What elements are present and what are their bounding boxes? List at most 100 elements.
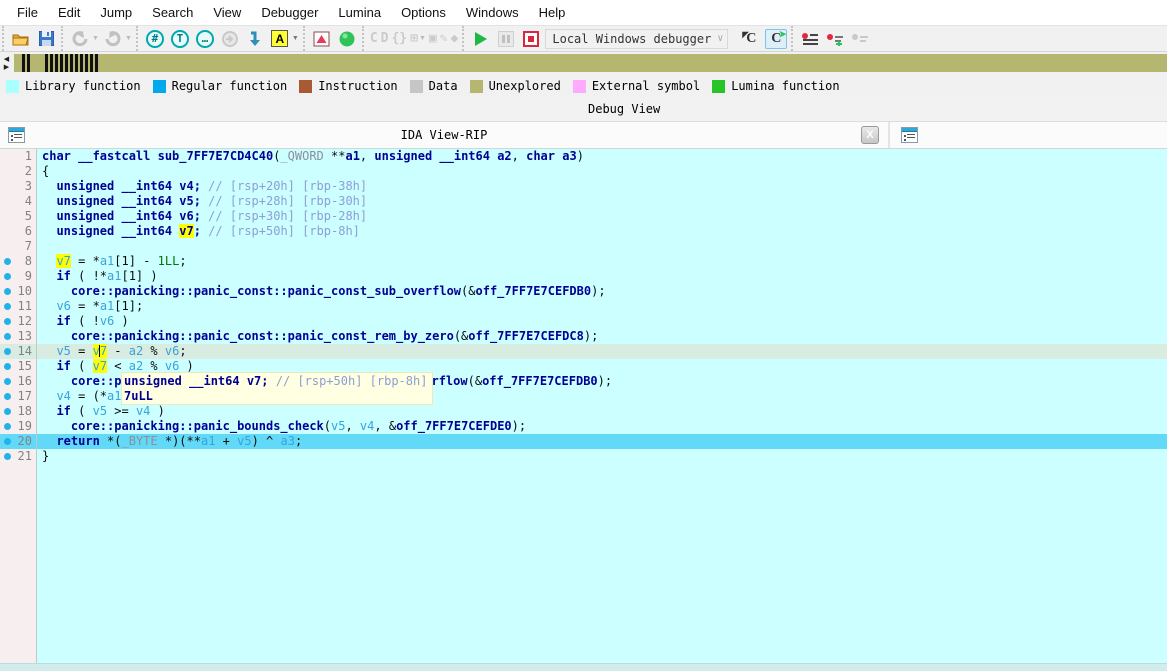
legend-label: Library function xyxy=(25,79,141,93)
continue-process-icon[interactable]: C ➤ xyxy=(765,29,787,49)
breakpoint-list-icon[interactable] xyxy=(799,29,821,49)
menu-item-jump[interactable]: Jump xyxy=(90,2,142,23)
view-toolbar-group xyxy=(303,26,362,51)
create-data-icon[interactable]: D xyxy=(381,31,389,46)
code-line-11[interactable]: 11 v6 = *a1[1]; xyxy=(0,299,1167,314)
open-file-icon[interactable] xyxy=(10,29,32,49)
close-icon[interactable]: X xyxy=(861,126,879,144)
code-line-2[interactable]: 2{ xyxy=(0,164,1167,179)
tab-debug-view[interactable]: Debug View xyxy=(588,102,660,116)
save-file-icon[interactable] xyxy=(35,29,57,49)
start-debugger-icon[interactable] xyxy=(470,29,492,49)
code-line-10[interactable]: 10 core::panicking::panic_const::panic_c… xyxy=(0,284,1167,299)
code-line-12[interactable]: 12 if ( !v6 ) xyxy=(0,314,1167,329)
address-bullet-icon xyxy=(4,273,11,280)
debugger-selector-value: Local Windows debugger xyxy=(552,32,711,46)
legend-swatch xyxy=(712,80,725,93)
ruler-badge-icon[interactable]: … xyxy=(194,29,216,49)
menu-item-search[interactable]: Search xyxy=(142,2,203,23)
forward-history-caret-icon[interactable]: ▼ xyxy=(125,35,132,42)
code-line-1[interactable]: 1char __fastcall sub_7FF7E7CD4C40(_QWORD… xyxy=(0,149,1167,164)
code-line-8[interactable]: 8 v7 = *a1[1] - 1LL; xyxy=(0,254,1167,269)
legend-item: Regular function xyxy=(153,79,288,93)
address-bullet-icon xyxy=(4,288,11,295)
attach-process-icon[interactable]: ◤ C xyxy=(740,29,762,49)
file-toolbar-group xyxy=(2,26,61,51)
create-struct-icon[interactable]: {} xyxy=(391,31,407,46)
menu-item-help[interactable]: Help xyxy=(529,2,576,23)
variable-hint-tooltip: unsigned __int64 v7; // [rsp+50h] [rbp-8… xyxy=(121,372,433,405)
legend-label: External symbol xyxy=(592,79,700,93)
code-text: unsigned __int64 v7; // [rsp+50h] [rbp-8… xyxy=(37,224,360,239)
legend-swatch xyxy=(410,80,423,93)
code-line-18[interactable]: 18 if ( v5 >= v4 ) xyxy=(0,404,1167,419)
navband-left-arrow-icon[interactable]: ◀ xyxy=(4,56,9,63)
address-bullet-icon xyxy=(4,438,11,445)
code-line-14[interactable]: 14 v5 = v7 - a2 % v6; xyxy=(0,344,1167,359)
menu-item-options[interactable]: Options xyxy=(391,2,456,23)
code-text: core::panicking::panic_const::panic_cons… xyxy=(37,284,606,299)
add-type-icon[interactable]: ⊞ xyxy=(410,31,418,46)
code-text: v4 = (*a1 xyxy=(37,389,121,404)
code-text: { xyxy=(37,164,49,179)
code-line-13[interactable]: 13 core::panicking::panic_const::panic_c… xyxy=(0,329,1167,344)
selection-box-icon[interactable]: ▣ xyxy=(429,31,437,46)
side-panel-titlebar[interactable] xyxy=(890,122,1167,148)
breakpoint-panel-icon[interactable] xyxy=(311,29,333,49)
panel-title-row: IDA View-RIP X xyxy=(0,122,1167,149)
code-text: v7 = *a1[1] - 1LL; xyxy=(37,254,187,269)
pause-debugger-icon[interactable] xyxy=(495,29,517,49)
menu-item-view[interactable]: View xyxy=(203,2,251,23)
code-text: if ( !*a1[1] ) xyxy=(37,269,158,284)
legend-swatch xyxy=(153,80,166,93)
code-text: unsigned __int64 v4; // [rsp+20h] [rbp-3… xyxy=(37,179,367,194)
resume-process-icon[interactable] xyxy=(336,29,358,49)
jump-address-icon[interactable] xyxy=(219,29,241,49)
menu-item-file[interactable]: File xyxy=(7,2,48,23)
create-function-icon[interactable]: C xyxy=(370,31,378,46)
edit-toolbar-group: C D {} ⊞▼ ▣ ✎ ◆ xyxy=(362,26,463,51)
delete-breakpoint-icon[interactable] xyxy=(849,29,871,49)
debugger-toolbar-group: Local Windows debugger ∨ ◤ C C ➤ xyxy=(462,26,791,51)
add-type-caret-icon[interactable]: ▼ xyxy=(419,35,426,42)
code-text: v6 = *a1[1]; xyxy=(37,299,143,314)
line-number: 4 xyxy=(16,194,37,209)
code-line-4[interactable]: 4 unsigned __int64 v5; // [rsp+28h] [rbp… xyxy=(0,194,1167,209)
navigate-forward-icon[interactable] xyxy=(102,29,124,49)
code-line-5[interactable]: 5 unsigned __int64 v6; // [rsp+30h] [rbp… xyxy=(0,209,1167,224)
rename-caret-icon[interactable]: ▼ xyxy=(292,35,299,42)
stop-debugger-icon[interactable] xyxy=(520,29,542,49)
edit-pencil-icon[interactable]: ✎ xyxy=(440,31,448,46)
legend-swatch xyxy=(6,80,19,93)
navigate-back-icon[interactable] xyxy=(69,29,91,49)
legend-swatch xyxy=(573,80,586,93)
code-line-21[interactable]: 21} xyxy=(0,449,1167,464)
code-text: if ( !v6 ) xyxy=(37,314,129,329)
navband-right-arrow-icon[interactable]: ▶ xyxy=(4,64,9,71)
code-text xyxy=(37,239,42,254)
debugger-selector[interactable]: Local Windows debugger ∨ xyxy=(545,29,728,49)
code-line-19[interactable]: 19 core::panicking::panic_bounds_check(v… xyxy=(0,419,1167,434)
pseudocode-view[interactable]: 1char __fastcall sub_7FF7E7CD4C40(_QWORD… xyxy=(0,149,1167,663)
legend-label: Lumina function xyxy=(731,79,839,93)
diamond-icon[interactable]: ◆ xyxy=(451,31,459,46)
code-line-3[interactable]: 3 unsigned __int64 v4; // [rsp+20h] [rbp… xyxy=(0,179,1167,194)
menu-item-edit[interactable]: Edit xyxy=(48,2,90,23)
add-breakpoint-icon[interactable] xyxy=(824,29,846,49)
ida-view-panel-titlebar[interactable]: IDA View-RIP X xyxy=(0,122,890,148)
rename-icon[interactable]: A xyxy=(269,29,291,49)
code-line-7[interactable]: 7 xyxy=(0,239,1167,254)
code-text: unsigned __int64 v5; // [rsp+28h] [rbp-3… xyxy=(37,194,367,209)
navigation-band[interactable] xyxy=(14,54,1167,72)
code-line-20[interactable]: 20 return *(_BYTE *)(**a1 + v5) ^ a3; xyxy=(0,434,1167,449)
menu-item-debugger[interactable]: Debugger xyxy=(251,2,328,23)
back-history-caret-icon[interactable]: ▼ xyxy=(92,35,99,42)
code-line-6[interactable]: 6 unsigned __int64 v7; // [rsp+50h] [rbp… xyxy=(0,224,1167,239)
menu-item-lumina[interactable]: Lumina xyxy=(328,2,391,23)
menu-item-windows[interactable]: Windows xyxy=(456,2,529,23)
jump-down-arrow-icon[interactable] xyxy=(244,29,266,49)
text-badge-icon[interactable]: T xyxy=(169,29,191,49)
hash-badge-icon[interactable]: # xyxy=(144,29,166,49)
navigation-band-row: ◀ ▶ xyxy=(0,52,1167,74)
code-line-9[interactable]: 9 if ( !*a1[1] ) xyxy=(0,269,1167,284)
